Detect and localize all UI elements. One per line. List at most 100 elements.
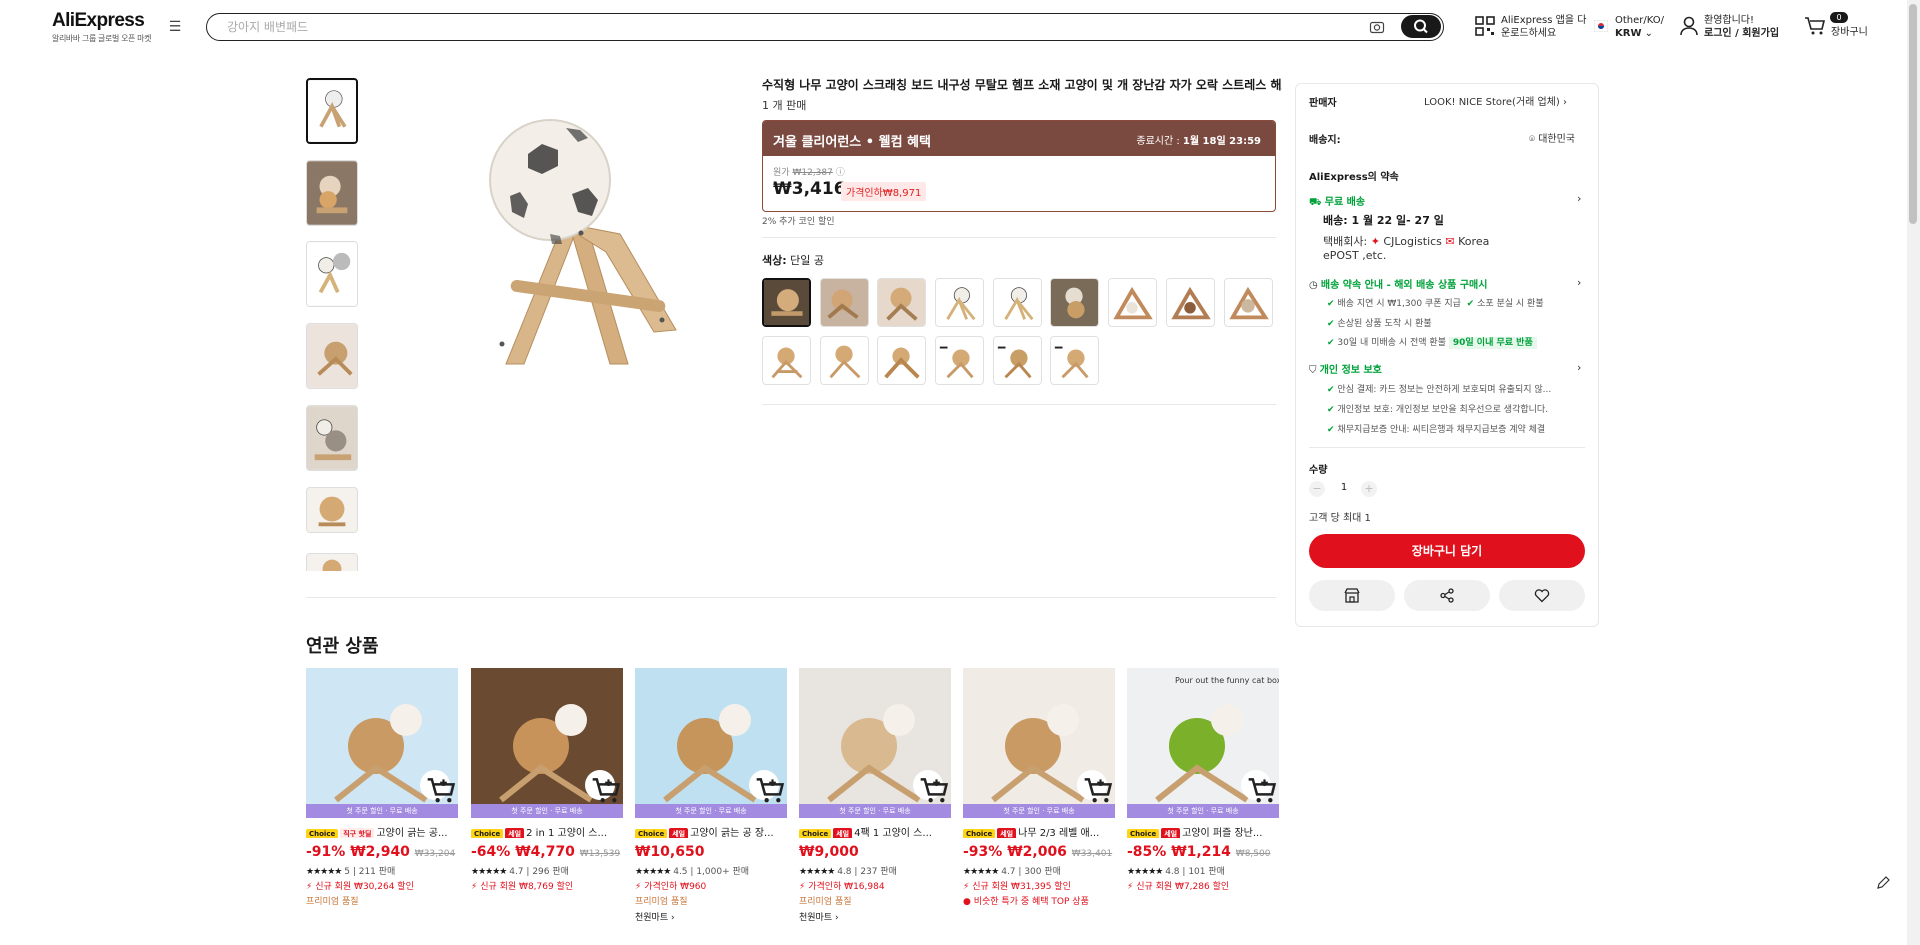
add-to-cart-icon-button[interactable] bbox=[1241, 770, 1277, 803]
related-product-card[interactable]: 첫 주문 할인 · 무료 배송 Choice 세일 2 in 1 고양이 스... -6… bbox=[471, 668, 623, 938]
camera-search-icon[interactable] bbox=[1369, 19, 1385, 35]
color-swatch-5[interactable] bbox=[993, 278, 1042, 327]
add-to-cart-icon-button[interactable] bbox=[913, 770, 949, 803]
aliexpress-logo[interactable]: AliExpress 알리바바 그룹 글로벌 오픈 마켓 bbox=[52, 10, 152, 44]
privacy-item: ✔ 개인정보 보호: 개인정보 보안을 최우선으로 생각합니다. bbox=[1327, 402, 1548, 415]
search-input[interactable] bbox=[227, 17, 1327, 37]
top-deal-line: ● 비슷한 특가 중 혜택 TOP 상품 bbox=[963, 894, 1115, 907]
color-swatch-1[interactable] bbox=[762, 278, 811, 327]
privacy-row[interactable]: ⛉ 개인 정보 보호 bbox=[1309, 361, 1382, 376]
add-to-cart-icon-button[interactable] bbox=[1077, 770, 1113, 803]
related-product-price: -91% ₩2,940 ₩33,204 bbox=[306, 844, 458, 860]
related-product-card[interactable]: 첫 주문 할인 · 무료 배송 Choice 세일 4팩 1 고양이 스... ₩9,0… bbox=[799, 668, 951, 938]
rating-stars-icon: ★★★★★ bbox=[471, 867, 507, 877]
add-to-cart-icon-button[interactable] bbox=[585, 770, 621, 803]
sold-count: 101 판매 bbox=[1188, 867, 1225, 877]
add-to-cart-icon-button[interactable] bbox=[749, 770, 785, 803]
delivery-date: 배송: 1 월 22 일- 27 일 bbox=[1323, 214, 1444, 227]
login-link: 로그인 / 회원가입 bbox=[1704, 28, 1780, 39]
color-swatch-2[interactable] bbox=[820, 278, 869, 327]
related-product-title: Choice 직구 핫딜 고양이 긁는 공... bbox=[306, 824, 458, 838]
original-price: 원가 ₩12,387 ⓘ bbox=[773, 165, 845, 178]
color-swatch-12[interactable] bbox=[877, 336, 926, 385]
check-icon: ✔ bbox=[1327, 425, 1335, 435]
color-swatch-14[interactable] bbox=[993, 336, 1042, 385]
related-product-card[interactable]: 첫 주문 할인 · 무료 배송 Pour out the funny cat bo… bbox=[1127, 668, 1279, 938]
gallery-thumb-6[interactable] bbox=[306, 487, 358, 533]
thousand-won-mart-link[interactable]: 천원마트 › bbox=[635, 910, 787, 923]
delivery-guarantee-row[interactable]: ◷ 배송 약속 안내 - 해외 배송 상품 구매시 bbox=[1309, 276, 1487, 291]
cart-label[interactable]: 장바구니 bbox=[1831, 26, 1868, 39]
logo-text: AliExpress bbox=[52, 10, 145, 31]
color-swatch-11[interactable] bbox=[820, 336, 869, 385]
color-swatch-13[interactable] bbox=[935, 336, 984, 385]
truck-icon: ⛟ bbox=[1309, 197, 1322, 208]
color-swatch-4[interactable] bbox=[935, 278, 984, 327]
gallery-thumb-7[interactable] bbox=[306, 553, 358, 571]
locale-selector[interactable]: Other/KO/ KRW ⌄ bbox=[1615, 14, 1664, 40]
share-button[interactable] bbox=[1404, 580, 1490, 611]
page-root: { "header": { "logo": "AliExpress", "log… bbox=[0, 0, 1920, 945]
related-product-image[interactable]: 첫 주문 할인 · 무료 배송 bbox=[799, 668, 951, 818]
related-product-card[interactable]: 첫 주문 할인 · 무료 배송 Choice 세일 고양이 긁는 공 장... ₩10,… bbox=[635, 668, 787, 938]
related-product-card[interactable]: 첫 주문 할인 · 무료 배송 Choice 세일 나무 2/3 레벨 애... -93… bbox=[963, 668, 1115, 938]
chevron-right-icon[interactable]: › bbox=[1577, 192, 1581, 205]
related-product-image[interactable]: 첫 주문 할인 · 무료 배송 bbox=[306, 668, 458, 818]
color-swatch-10[interactable] bbox=[762, 336, 811, 385]
related-product-price: ₩9,000 bbox=[799, 844, 951, 860]
promo-header: 겨울 클리어런스 • 웰컴 혜택 종료시간 : 1월 18일 23:59 bbox=[763, 121, 1275, 156]
gallery-thumb-2[interactable] bbox=[306, 160, 358, 226]
wishlist-button[interactable] bbox=[1499, 580, 1585, 611]
thousand-won-mart-link[interactable]: 천원마트 › bbox=[799, 910, 951, 923]
store-button[interactable] bbox=[1309, 580, 1395, 611]
free-shipping-row[interactable]: ⛟ 무료 배송 bbox=[1309, 193, 1365, 210]
add-to-cart-icon-button[interactable] bbox=[420, 770, 456, 803]
quantity-value[interactable]: 1 bbox=[1338, 482, 1350, 493]
add-to-cart-button[interactable]: 장바구니 담기 bbox=[1309, 534, 1585, 568]
scrollbar-thumb[interactable] bbox=[1909, 4, 1917, 224]
color-swatch-15[interactable] bbox=[1050, 336, 1099, 385]
main-product-image[interactable] bbox=[410, 84, 710, 404]
related-product-image[interactable]: 첫 주문 할인 · 무료 배송 Pour out the funny cat bo… bbox=[1127, 668, 1279, 818]
app-download-line1: AliExpress 앱을 다 bbox=[1501, 15, 1587, 26]
qr-code-icon[interactable] bbox=[1474, 15, 1496, 37]
color-swatch-6[interactable] bbox=[1050, 278, 1099, 327]
cart-icon[interactable] bbox=[1804, 16, 1826, 36]
search-button[interactable] bbox=[1401, 15, 1441, 38]
color-swatch-3[interactable] bbox=[877, 278, 926, 327]
quantity-increase-button[interactable]: + bbox=[1361, 481, 1377, 497]
shield-icon: ⛉ bbox=[1309, 365, 1317, 376]
carrier-logo-icon: ✦ bbox=[1370, 235, 1380, 248]
promise-title-text: AliExpress의 약속 bbox=[1309, 172, 1399, 183]
app-download-link[interactable]: AliExpress 앱을 다 운로드하세요 bbox=[1501, 14, 1586, 40]
discount-text: 가격인하 ₩960 bbox=[644, 882, 707, 892]
gallery-thumb-5[interactable] bbox=[306, 405, 358, 471]
menu-icon[interactable]: ☰ bbox=[168, 20, 182, 34]
gallery-thumb-1[interactable] bbox=[306, 78, 358, 144]
promo-strip: 첫 주문 할인 · 무료 배송 bbox=[635, 804, 787, 818]
related-product-name: 나무 2/3 레벨 애... bbox=[1018, 828, 1100, 838]
gallery-thumb-3[interactable] bbox=[306, 241, 358, 307]
related-product-name: 2 in 1 고양이 스... bbox=[526, 828, 608, 838]
quantity-decrease-button[interactable]: − bbox=[1309, 481, 1325, 497]
related-product-image[interactable]: 첫 주문 할인 · 무료 배송 bbox=[963, 668, 1115, 818]
related-product-image[interactable]: 첫 주문 할인 · 무료 배송 bbox=[635, 668, 787, 818]
gallery-thumb-4[interactable] bbox=[306, 323, 358, 389]
color-swatch-7[interactable] bbox=[1108, 278, 1157, 327]
color-swatch-8[interactable] bbox=[1166, 278, 1215, 327]
edit-feedback-icon[interactable] bbox=[1876, 876, 1890, 890]
account-menu[interactable]: 환영합니다! 로그인 / 회원가입 bbox=[1704, 14, 1779, 40]
user-icon[interactable] bbox=[1679, 15, 1699, 37]
divider bbox=[762, 237, 1276, 238]
ship-to-selector[interactable]: ⌾ 대한민국 bbox=[1529, 130, 1575, 145]
flame-icon: ⚡ bbox=[306, 882, 313, 892]
related-product-image[interactable]: 첫 주문 할인 · 무료 배송 bbox=[471, 668, 623, 818]
info-icon[interactable]: ⓘ bbox=[836, 168, 845, 178]
seller-link[interactable]: LOOK! NICE Store(거래 업체) › bbox=[1424, 93, 1567, 108]
color-swatch-9[interactable] bbox=[1224, 278, 1273, 327]
chevron-right-icon[interactable]: › bbox=[1577, 276, 1581, 289]
clock-icon: ◷ bbox=[1309, 280, 1318, 291]
promo-strip: 첫 주문 할인 · 무료 배송 bbox=[799, 804, 951, 818]
related-product-card[interactable]: 첫 주문 할인 · 무료 배송 Choice 직구 핫딜 고양이 긁는 공... -91… bbox=[306, 668, 458, 938]
chevron-right-icon[interactable]: › bbox=[1577, 361, 1581, 374]
